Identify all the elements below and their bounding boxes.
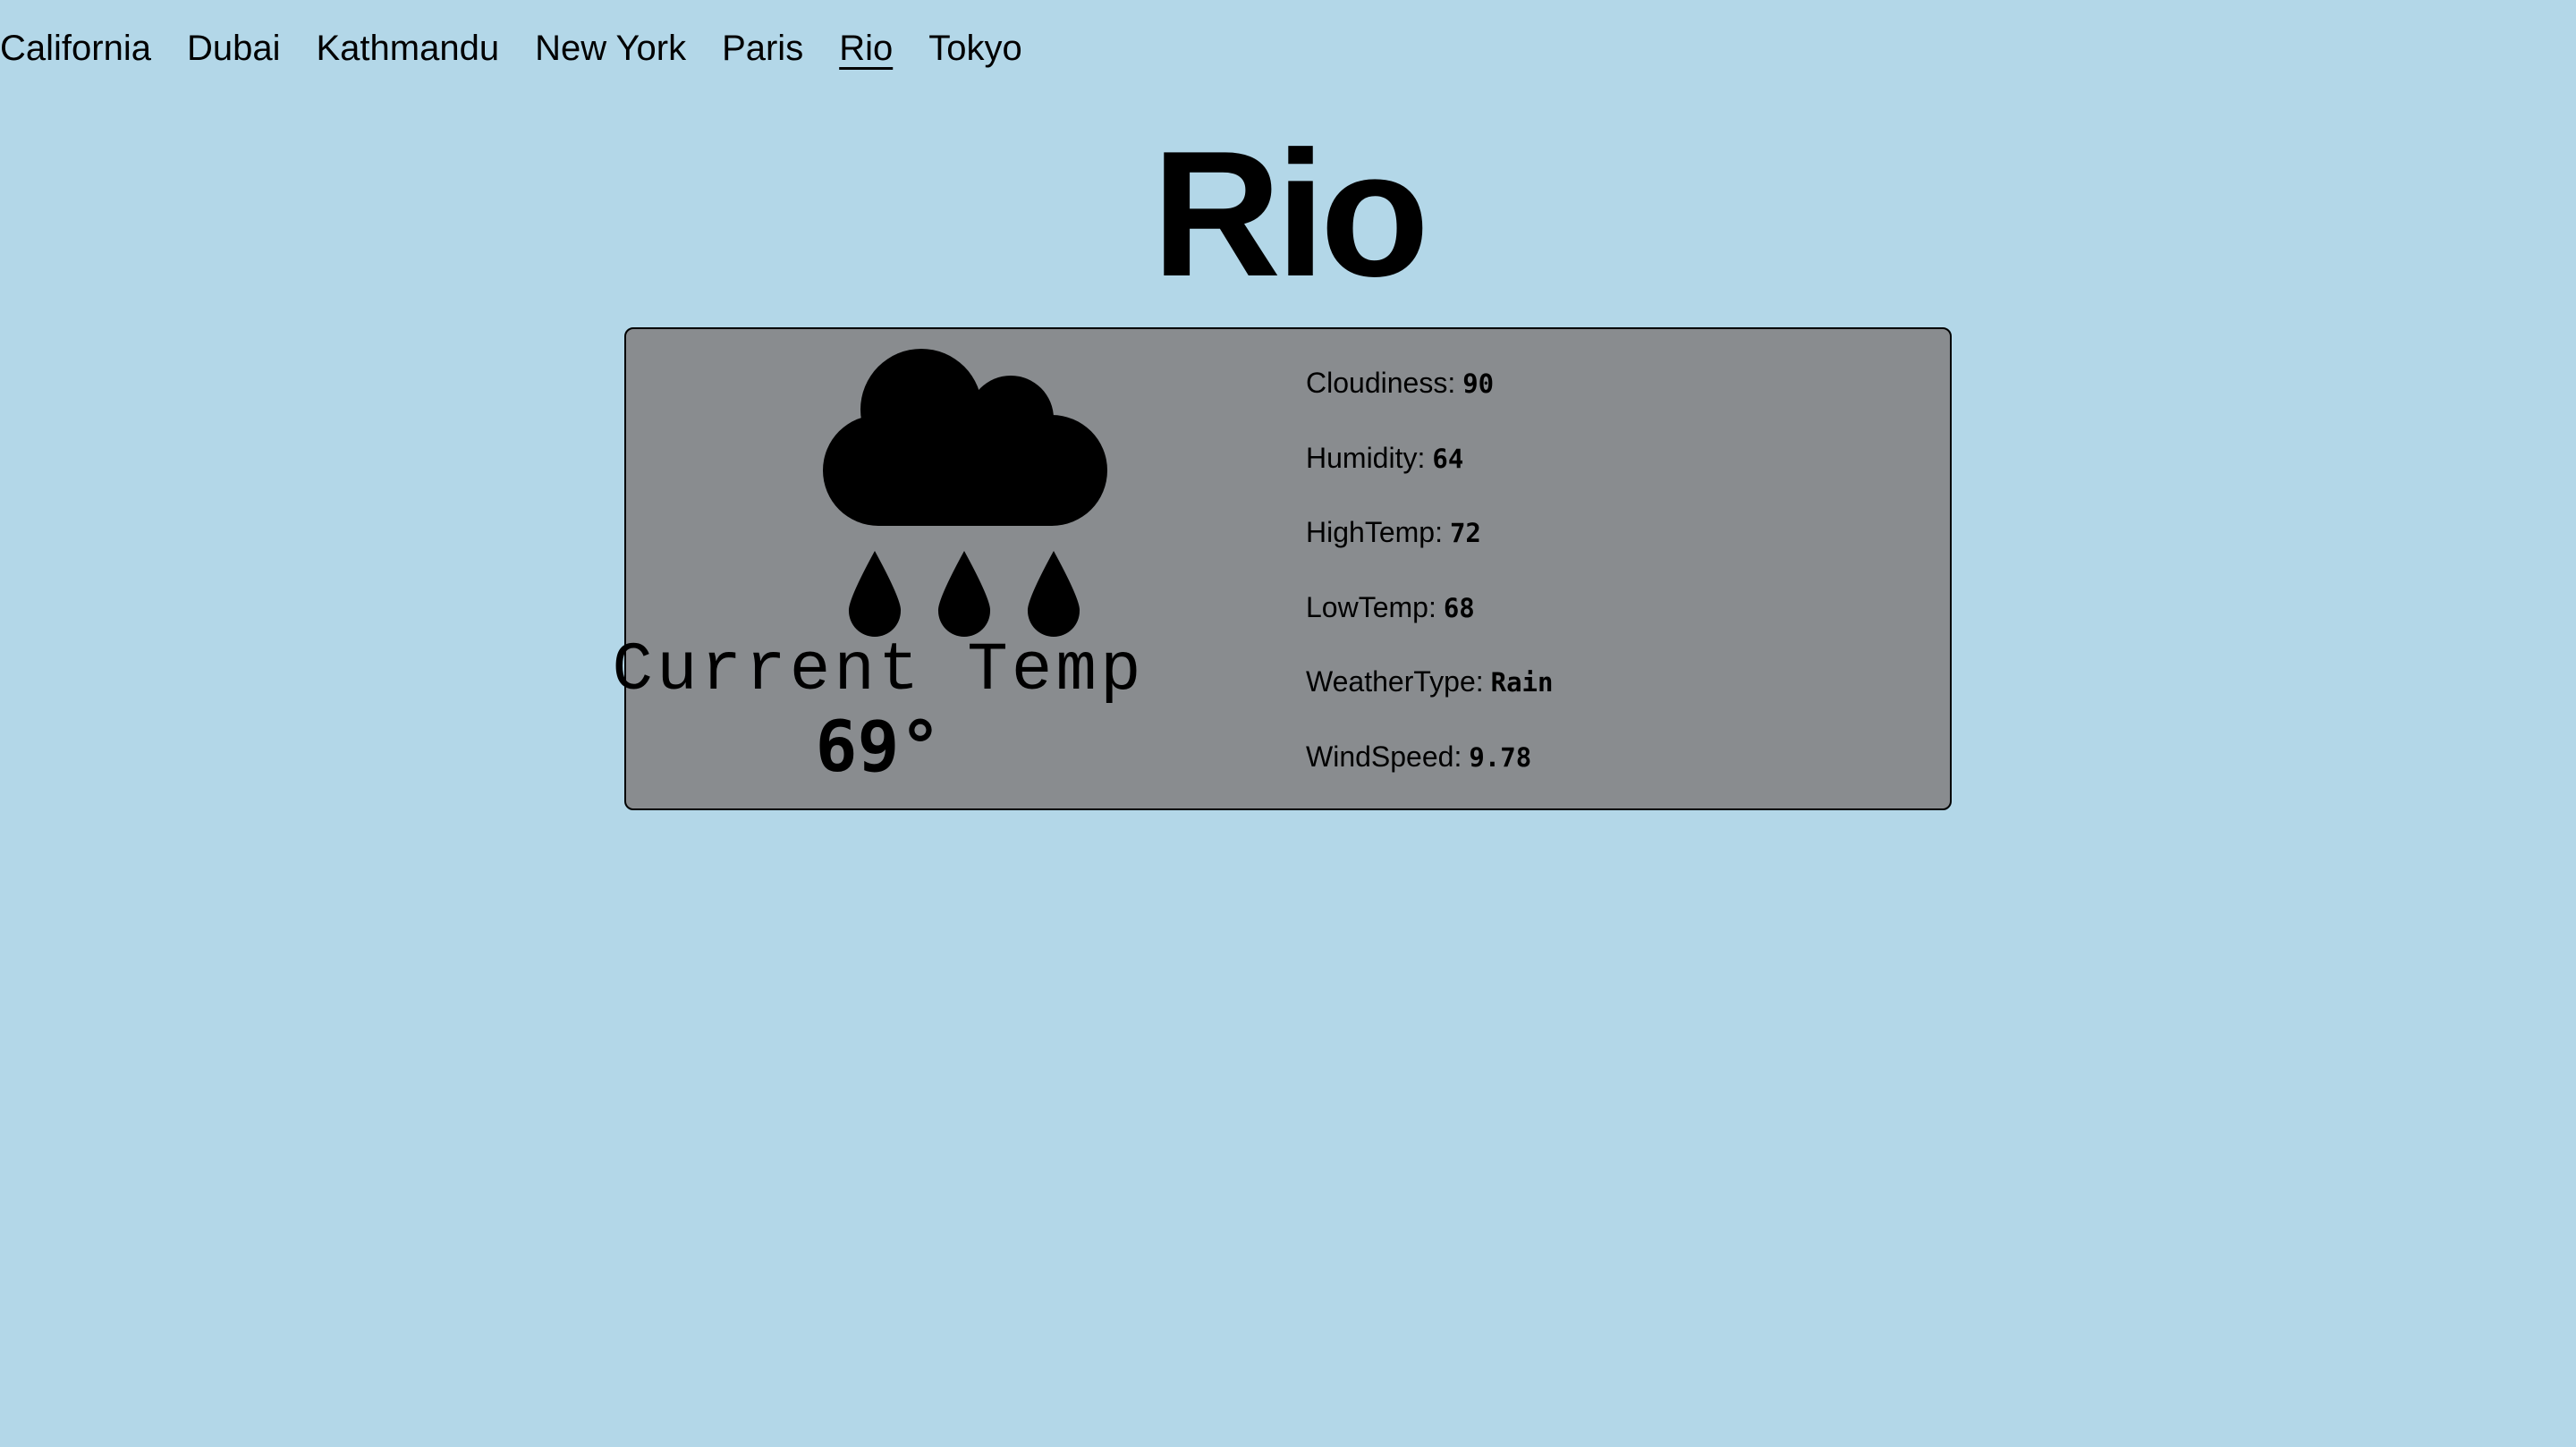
nav-link-dubai[interactable]: Dubai	[187, 20, 281, 77]
nav-link-california[interactable]: California	[0, 20, 151, 77]
stat-label: WindSpeed:	[1306, 740, 1462, 773]
page-title: Rio	[1151, 114, 1429, 314]
stat-value: 72	[1449, 518, 1481, 548]
nav-link-new-york[interactable]: New York	[535, 20, 686, 77]
current-temp-label: Current Temp	[612, 632, 1145, 709]
stat-label: HighTemp:	[1306, 516, 1443, 548]
rain-cloud-icon	[823, 349, 1107, 637]
stat-label: WeatherType:	[1306, 665, 1484, 698]
stat-value: 9.78	[1469, 741, 1532, 773]
stat-row-wind-speed: WindSpeed: 9.78	[1306, 735, 1553, 810]
stat-label: Cloudiness:	[1306, 367, 1456, 399]
stat-label: Humidity:	[1306, 441, 1426, 474]
nav-link-paris[interactable]: Paris	[722, 20, 803, 77]
weather-stats: Cloudiness: 90 Humidity: 64 HighTemp: 72 Lo…	[1306, 361, 1553, 809]
stat-row-humidity: Humidity: 64	[1306, 436, 1553, 512]
city-nav: California Dubai Kathmandu New York Pari…	[0, 20, 1058, 77]
weather-card: Current Temp 69° Cloudiness: 90 Humidity:…	[612, 327, 1952, 810]
stat-row-high-temp: HighTemp: 72	[1306, 511, 1553, 586]
stat-value: Rain	[1490, 667, 1554, 698]
current-temp-value: 69°	[815, 707, 942, 788]
stat-row-cloudiness: Cloudiness: 90	[1306, 361, 1553, 436]
stat-value: 90	[1462, 368, 1495, 399]
nav-link-kathmandu[interactable]: Kathmandu	[316, 20, 499, 77]
stat-label: LowTemp:	[1306, 590, 1436, 623]
nav-link-rio[interactable]: Rio	[839, 20, 893, 77]
stat-row-weather-type: WeatherType: Rain	[1306, 660, 1553, 735]
stat-value: 68	[1443, 592, 1475, 623]
stat-row-low-temp: LowTemp: 68	[1306, 586, 1553, 661]
nav-link-tokyo[interactable]: Tokyo	[928, 20, 1022, 77]
stat-value: 64	[1432, 443, 1464, 474]
